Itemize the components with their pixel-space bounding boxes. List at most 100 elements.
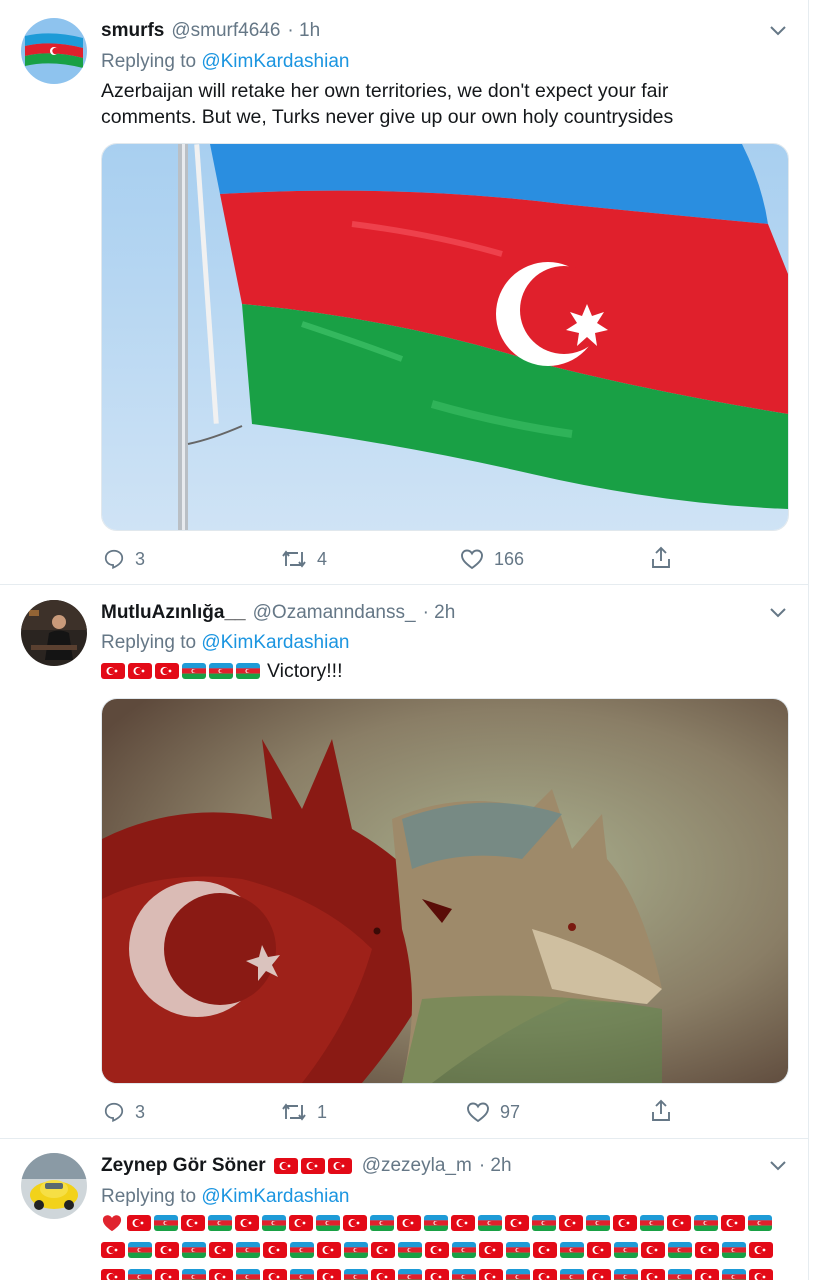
- caret-down-icon[interactable]: [768, 606, 788, 620]
- turkey-flag: [235, 1215, 259, 1231]
- azerbaijan-flag: [290, 1269, 314, 1280]
- turkey-flag: [101, 663, 125, 679]
- azerbaijan-flag: [398, 1242, 422, 1258]
- turkey-flag: [479, 1269, 503, 1280]
- display-name[interactable]: smurfs: [101, 20, 164, 42]
- turkey-flag: [425, 1242, 449, 1258]
- like-icon: [461, 549, 483, 570]
- avatar[interactable]: [21, 600, 87, 666]
- azerbaijan-flag: [128, 1269, 152, 1280]
- turkey-flag: [425, 1269, 449, 1280]
- timestamp[interactable]: · 1h: [287, 20, 320, 42]
- azerbaijan-flag: [614, 1269, 638, 1280]
- share-button[interactable]: [650, 546, 682, 570]
- timestamp[interactable]: · 2h: [423, 602, 456, 624]
- azerbaijan-flag: [722, 1269, 746, 1280]
- like-button[interactable]: 166: [460, 548, 524, 570]
- turkey-flag: [371, 1242, 395, 1258]
- turkey-flag: [479, 1242, 503, 1258]
- tweet-3[interactable]: Zeynep Gör Söner @zezeyla_m · 2h Replyin…: [0, 1139, 808, 1280]
- flag-line-3: [101, 1267, 776, 1280]
- turkey-flag: [181, 1215, 205, 1231]
- flag-line-2: [101, 1240, 776, 1260]
- like-icon: [467, 1102, 489, 1123]
- azerbaijan-flag: [344, 1269, 368, 1280]
- like-count: 166: [494, 548, 525, 569]
- display-name[interactable]: Zeynep Gör Söner: [101, 1155, 266, 1177]
- turkey-flag: [613, 1215, 637, 1231]
- azerbaijan-flag: [478, 1215, 502, 1231]
- mention-link[interactable]: @KimKardashian: [201, 51, 349, 72]
- replying-to: Replying to @KimKardashian: [101, 632, 349, 654]
- azerbaijan-flag-photo[interactable]: [101, 143, 789, 531]
- reply-count: 3: [135, 1101, 146, 1122]
- azerbaijan-flag: [316, 1215, 340, 1231]
- turkey-flag: [155, 1269, 179, 1280]
- reply-icon: [104, 549, 124, 570]
- replying-prefix: Replying to: [101, 1186, 197, 1207]
- replying-prefix: Replying to: [101, 632, 197, 653]
- turkey-flag: [587, 1269, 611, 1280]
- azerbaijan-flag: [506, 1242, 530, 1258]
- turkey-flag: [289, 1215, 313, 1231]
- avatar[interactable]: [21, 1153, 87, 1219]
- like-count: 97: [500, 1101, 521, 1122]
- turkey-flag: [209, 1269, 233, 1280]
- like-button[interactable]: 97: [466, 1101, 520, 1123]
- retweet-button[interactable]: 1: [281, 1101, 327, 1123]
- turkey-flag: [749, 1242, 773, 1258]
- azerbaijan-flag: [506, 1269, 530, 1280]
- turkey-flag: [371, 1269, 395, 1280]
- avatar[interactable]: [21, 18, 87, 84]
- share-icon: [652, 546, 670, 568]
- tweet-header: smurfs @smurf4646 · 1h: [101, 20, 320, 42]
- turkey-flag: [695, 1242, 719, 1258]
- azerbaijan-flag: [290, 1242, 314, 1258]
- share-button[interactable]: [650, 1099, 682, 1123]
- handle[interactable]: @Ozamanndanss_: [253, 602, 416, 624]
- turkey-flag: [533, 1269, 557, 1280]
- display-name[interactable]: MutluAzınlığa__: [101, 602, 246, 624]
- turkey-flag: [209, 1242, 233, 1258]
- azerbaijan-flag: [236, 663, 260, 679]
- retweet-count: 1: [317, 1101, 328, 1122]
- retweet-button[interactable]: 4: [281, 548, 327, 570]
- turkey-flag: [587, 1242, 611, 1258]
- azerbaijan-flag: [398, 1269, 422, 1280]
- reply-button[interactable]: 3: [103, 548, 145, 570]
- reply-icon: [104, 1102, 124, 1123]
- azerbaijan-flag: [614, 1242, 638, 1258]
- tweet-1[interactable]: smurfs @smurf4646 · 1h Replying to @KimK…: [0, 0, 808, 585]
- turkey-flag: [721, 1215, 745, 1231]
- caret-down-icon[interactable]: [768, 1159, 788, 1173]
- turkey-flag: [317, 1242, 341, 1258]
- reply-button[interactable]: 3: [103, 1101, 145, 1123]
- azerbaijan-flag: [424, 1215, 448, 1231]
- turkey-flag: [263, 1242, 287, 1258]
- turkey-flag: [749, 1269, 773, 1280]
- tweet-header: Zeynep Gör Söner @zezeyla_m · 2h: [101, 1155, 512, 1177]
- azerbaijan-flag: [560, 1269, 584, 1280]
- azerbaijan-flag: [748, 1215, 772, 1231]
- tweet-2[interactable]: MutluAzınlığa__ @Ozamanndanss_ · 2h Repl…: [0, 585, 808, 1139]
- caret-down-icon[interactable]: [768, 24, 788, 38]
- azerbaijan-flag: [182, 1242, 206, 1258]
- mention-link[interactable]: @KimKardashian: [201, 632, 349, 653]
- azerbaijan-flag: [182, 1269, 206, 1280]
- timestamp[interactable]: · 2h: [479, 1155, 512, 1177]
- tweet-text-words: Victory!!!: [267, 659, 343, 682]
- wolves-painting[interactable]: [101, 698, 789, 1084]
- replying-prefix: Replying to: [101, 51, 197, 72]
- turkey-flag: [451, 1215, 475, 1231]
- azerbaijan-flag: [532, 1215, 556, 1231]
- handle[interactable]: @smurf4646: [171, 20, 280, 42]
- turkey-flag: [128, 663, 152, 679]
- turkey-flag: [397, 1215, 421, 1231]
- handle[interactable]: @zezeyla_m: [362, 1155, 472, 1177]
- turkey-flag: [273, 1158, 298, 1174]
- retweet-icon: [282, 550, 306, 568]
- mention-link[interactable]: @KimKardashian: [201, 1186, 349, 1207]
- azerbaijan-flag: [640, 1215, 664, 1231]
- tweet-text-line-1: Azerbaijan will retake her own territori…: [101, 80, 669, 102]
- azerbaijan-flag: [560, 1242, 584, 1258]
